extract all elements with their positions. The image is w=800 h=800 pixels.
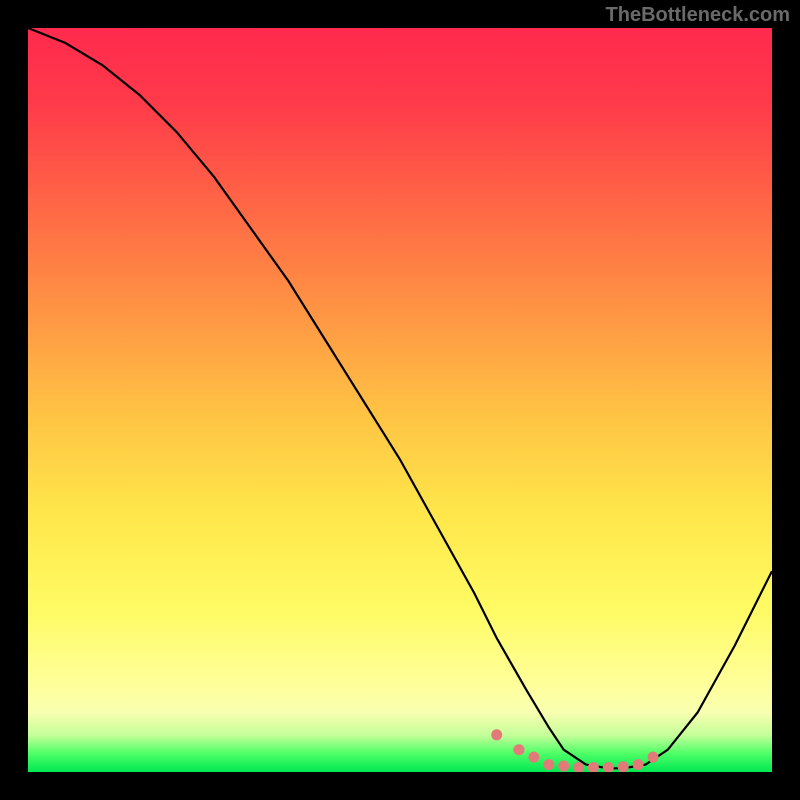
optimal-range-markers [491,729,658,772]
chart-svg [28,28,772,772]
optimal-range-dot [514,744,525,755]
optimal-range-dot [491,729,502,740]
watermark-text: TheBottleneck.com [606,4,790,27]
optimal-range-dot [543,759,554,770]
optimal-range-dot [588,762,599,772]
optimal-range-dot [618,761,629,772]
bottleneck-curve-path [28,28,772,768]
chart-plot-area [28,28,772,772]
optimal-range-dot [558,761,569,772]
optimal-range-dot [528,752,539,763]
optimal-range-dot [633,759,644,770]
optimal-range-dot [648,752,659,763]
optimal-range-dot [603,762,614,772]
